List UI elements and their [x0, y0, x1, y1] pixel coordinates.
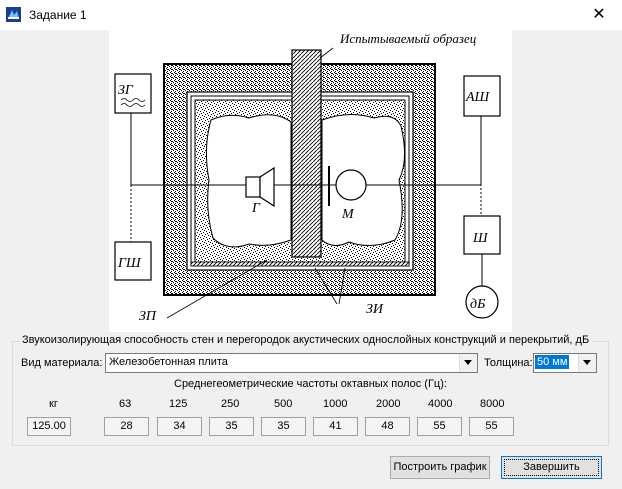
analyzer-label: АШ: [465, 90, 491, 105]
frequency-title: Среднегеометрические частоты октавных по…: [174, 378, 447, 390]
speaker-icon: [245, 176, 261, 198]
freq-header: 250: [221, 398, 240, 410]
finish-button-label: Завершить: [523, 461, 580, 473]
label-zi: ЗИ: [366, 302, 384, 317]
material-label: Вид материала:: [21, 357, 103, 369]
group-title: Звукоизолирующая способность стен и пере…: [20, 334, 592, 346]
thickness-label: Толщина:: [484, 357, 533, 369]
label-zp: ЗП: [139, 309, 157, 324]
kg-value: 125.00: [27, 417, 71, 436]
title-bar: Задание 1 ✕: [0, 0, 622, 30]
freq-header: 500: [274, 398, 293, 410]
finish-button[interactable]: Завершить: [501, 456, 602, 479]
value-cell: 55: [469, 417, 514, 436]
freq-header: 1000: [323, 398, 348, 410]
generator-label: ЗГ: [118, 83, 134, 98]
kg-header: кг: [49, 398, 58, 410]
noise-generator-label: ГШ: [117, 256, 142, 271]
specimen: [291, 49, 322, 258]
value-cell: 55: [417, 417, 462, 436]
specimen-label: Испытываемый образец: [339, 31, 477, 46]
freq-header: 2000: [376, 398, 401, 410]
value-cell: 41: [313, 417, 358, 436]
value-cell: 35: [261, 417, 306, 436]
amplifier-label: Ш: [472, 231, 489, 246]
chevron-down-icon[interactable]: [578, 354, 596, 372]
mic-label: М: [341, 207, 355, 222]
microphone-icon: [335, 169, 367, 201]
thickness-value: 50 мм: [535, 355, 570, 369]
value-cell: 48: [365, 417, 410, 436]
material-value: Железобетонная плита: [109, 356, 228, 368]
freq-header: 8000: [480, 398, 505, 410]
value-cell: 35: [209, 417, 254, 436]
plot-button[interactable]: Построить график: [390, 456, 490, 479]
close-button[interactable]: ✕: [576, 0, 622, 30]
chevron-down-icon[interactable]: [459, 354, 477, 372]
test-setup-diagram: Испытываемый образец ЗГ ГШ АШ Ш дБ Г М З…: [109, 30, 512, 332]
app-icon: [6, 7, 21, 22]
freq-header: 125: [169, 398, 188, 410]
freq-header: 63: [119, 398, 132, 410]
freq-header: 4000: [428, 398, 453, 410]
thickness-select[interactable]: 50 мм: [533, 353, 597, 373]
window-title: Задание 1: [29, 8, 87, 22]
value-cell: 34: [157, 417, 202, 436]
close-icon: ✕: [592, 6, 606, 23]
speaker-label: Г: [251, 201, 261, 216]
material-select[interactable]: Железобетонная плита: [105, 353, 478, 373]
value-cell: 28: [104, 417, 149, 436]
db-meter-label: дБ: [470, 297, 485, 312]
